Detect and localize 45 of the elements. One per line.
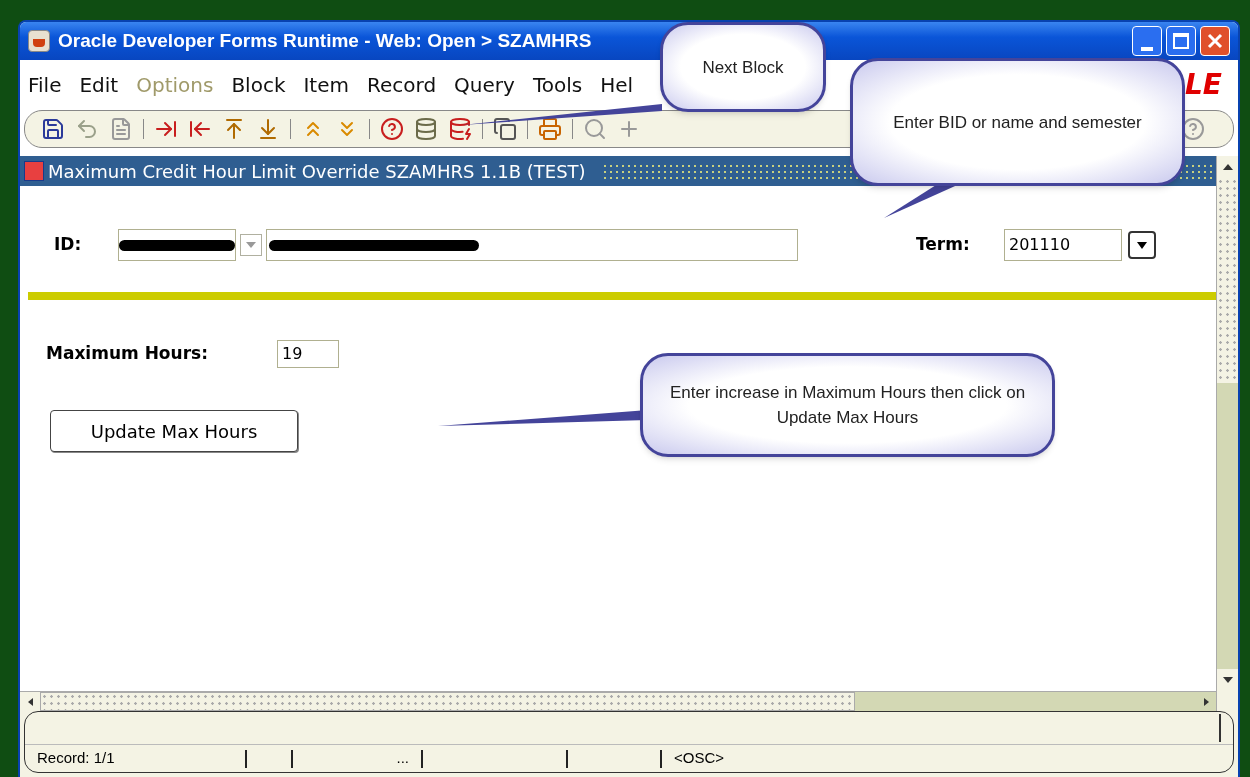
close-icon [1207,33,1223,49]
form-icon [24,161,44,181]
down-arrow-icon[interactable] [1222,677,1233,683]
id-label: ID: [54,233,83,257]
copy-icon[interactable] [493,117,517,141]
oracle-logo: LE [1185,67,1222,103]
callout-bubble: Next Block [660,22,826,112]
close-button[interactable] [1200,26,1230,56]
menu-item[interactable]: Hel [600,70,634,100]
callout-bubble: Enter BID or name and semester [850,58,1185,186]
menu-item[interactable]: Query [454,70,515,100]
term-field[interactable]: 201110 [1004,229,1122,261]
search-icon[interactable] [583,117,607,141]
menu-item[interactable]: Record [367,70,437,100]
status-text: ... [396,748,409,769]
status-text: <OSC> [674,748,725,769]
name-field[interactable] [266,229,798,261]
menu-item[interactable]: Edit [79,70,119,100]
up-arrow-icon[interactable] [1222,164,1233,170]
max-hours-field[interactable]: 19 [277,340,339,368]
maximize-button[interactable] [1166,26,1196,56]
printer-icon[interactable] [538,117,562,141]
vertical-scrollbar[interactable] [1216,156,1238,711]
menu-item[interactable]: Tools [532,70,583,100]
save-icon[interactable] [41,117,65,141]
database-delete-icon[interactable] [448,117,472,141]
document-icon[interactable] [109,117,133,141]
menu-item[interactable]: File [28,70,62,100]
window-title: Oracle Developer Forms Runtime - Web: Open > SZAMHRS [58,28,592,53]
callout-bubble: Enter increase in Maximum Hours then click on Update Max Hours [640,353,1055,457]
left-arrow-icon[interactable] [27,697,33,706]
form-title: Maximum Credit Hour Limit Override SZAMHRS 1.1B (TEST) [48,159,586,184]
minimize-button[interactable] [1132,26,1162,56]
term-label: Term: [916,233,971,257]
horizontal-scrollbar[interactable] [20,691,1216,711]
update-button[interactable]: Update Max Hours [50,410,298,452]
help-database-icon[interactable] [380,117,404,141]
database-icon[interactable] [414,117,438,141]
status-text: Record: 1/1 [37,748,115,769]
max-hours-label: Maximum Hours: [46,342,209,366]
menu-item[interactable]: Item [303,70,349,100]
menu-item[interactable]: Block [231,70,286,100]
dropdown-button[interactable] [1128,231,1156,259]
right-arrow-icon[interactable] [1203,697,1209,706]
id-field[interactable] [118,229,236,261]
